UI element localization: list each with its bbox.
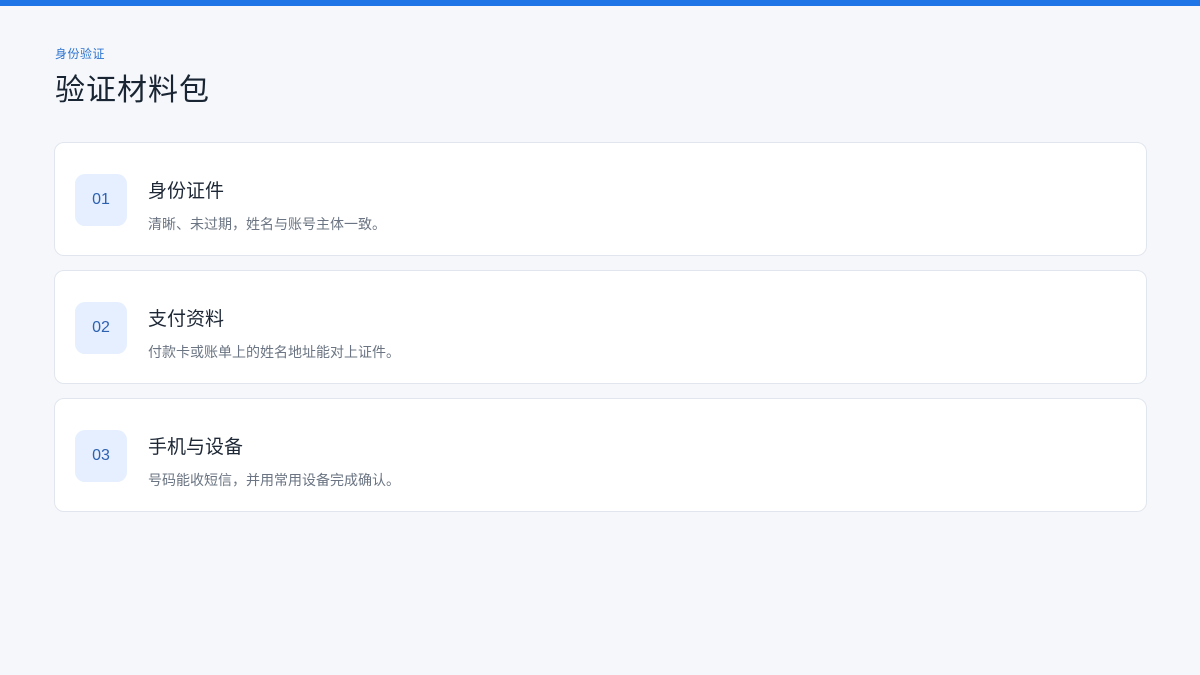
card-title: 手机与设备 bbox=[148, 436, 244, 458]
material-card-id-document: 01 身份证件 清晰、未过期，姓名与账号主体一致。 bbox=[54, 142, 1147, 256]
step-number-badge: 01 bbox=[75, 174, 127, 226]
card-description: 号码能收短信，并用常用设备完成确认。 bbox=[148, 473, 400, 489]
page-title: 验证材料包 bbox=[55, 73, 210, 108]
materials-list: 01 身份证件 清晰、未过期，姓名与账号主体一致。 02 支付资料 付款卡或账单… bbox=[54, 142, 1147, 526]
material-card-payment-info: 02 支付资料 付款卡或账单上的姓名地址能对上证件。 bbox=[54, 270, 1147, 384]
card-description: 清晰、未过期，姓名与账号主体一致。 bbox=[148, 217, 386, 233]
step-number-badge: 02 bbox=[75, 302, 127, 354]
step-number-badge: 03 bbox=[75, 430, 127, 482]
top-accent-bar bbox=[0, 0, 1200, 6]
card-title: 身份证件 bbox=[148, 180, 225, 202]
section-eyebrow: 身份验证 bbox=[55, 47, 106, 61]
material-card-phone-device: 03 手机与设备 号码能收短信，并用常用设备完成确认。 bbox=[54, 398, 1147, 512]
card-title: 支付资料 bbox=[148, 308, 225, 330]
page-header: 身份验证 验证材料包 bbox=[55, 46, 210, 110]
card-description: 付款卡或账单上的姓名地址能对上证件。 bbox=[148, 345, 400, 361]
